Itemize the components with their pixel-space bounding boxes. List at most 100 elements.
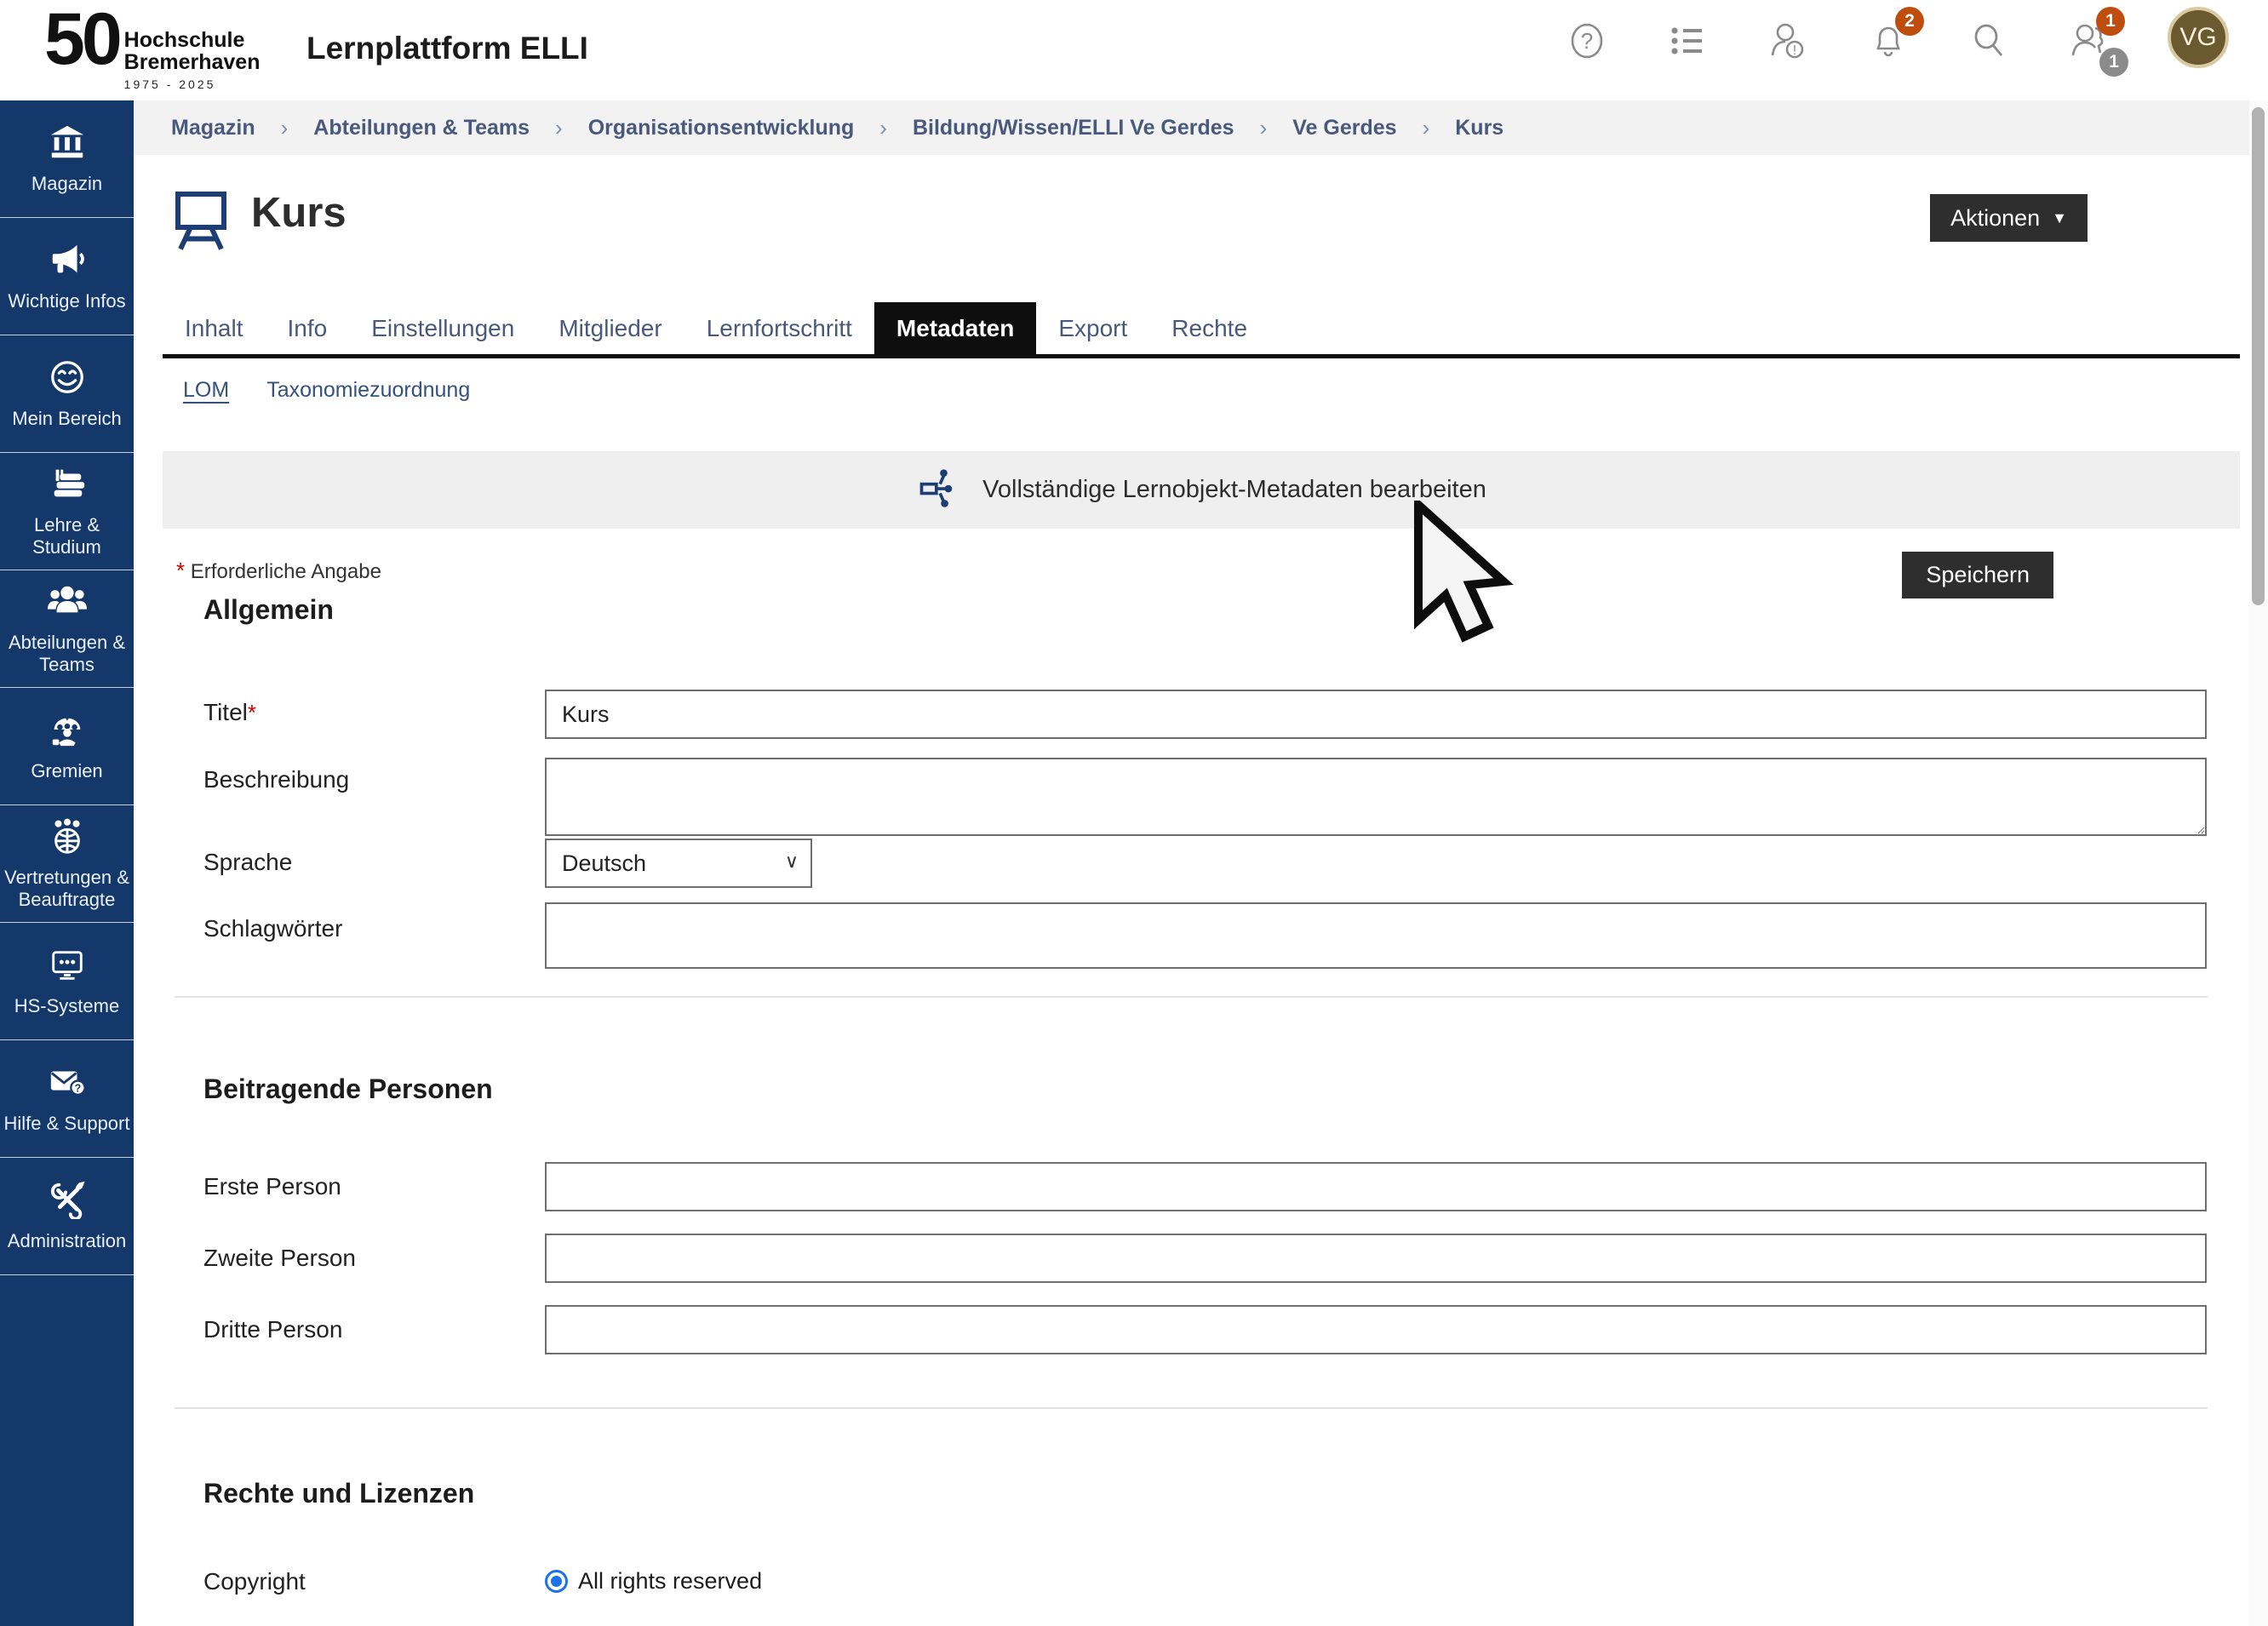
sidebar: Magazin Wichtige Infos Mein Bereich Lehr… [0,100,134,1626]
tab-export[interactable]: Export [1036,302,1149,354]
zweite-person-input[interactable] [545,1234,2207,1283]
help-icon[interactable]: ? [1565,15,1609,66]
sidebar-item-vertretungen-beauftragte[interactable]: Vertretungen & Beauftragte [0,805,134,923]
people-group-icon [48,581,87,625]
tab-mitglieder[interactable]: Mitglieder [536,302,684,354]
subtab-taxonomiezuordnung[interactable]: Taxonomiezuordnung [266,378,470,403]
share-network-icon [916,466,960,514]
erste-person-input[interactable] [545,1162,2207,1211]
contacts-badge-bottom: 1 [2099,48,2128,77]
field-label-sprache: Sprache [203,849,484,876]
bell-badge: 2 [1895,7,1924,36]
breadcrumb-item[interactable]: Organisationsentwicklung [588,116,855,140]
sidebar-item-label: Abteilungen & Teams [0,632,134,676]
sidebar-item-label: Hilfe & Support [2,1113,133,1135]
sidebar-item-label: Magazin [29,173,105,195]
tab-inhalt[interactable]: Inhalt [163,302,266,354]
monitor-icon [48,945,87,988]
field-label-beschreibung: Beschreibung [203,766,484,793]
sidebar-item-hs-systeme[interactable]: HS-Systeme [0,923,134,1040]
section-heading-allgemein: Allgemein [203,594,334,626]
sidebar-item-gremien[interactable]: Gremien [0,688,134,805]
sidebar-item-label: Administration [5,1230,129,1252]
breadcrumb-item[interactable]: Abteilungen & Teams [313,116,530,140]
tab-bar: Inhalt Info Einstellungen Mitglieder Ler… [163,302,2240,358]
list-icon[interactable] [1665,15,1710,66]
svg-text:?: ? [1581,28,1593,54]
sprache-select[interactable]: Deutsch [545,839,812,888]
sidebar-item-abteilungen-teams[interactable]: Abteilungen & Teams [0,570,134,688]
scrollbar-thumb[interactable] [2252,107,2265,605]
sidebar-item-lehre-studium[interactable]: Lehre & Studium [0,453,134,570]
chevron-right-icon: › [1260,115,1268,141]
tab-einstellungen[interactable]: Einstellungen [349,302,536,354]
section-heading-beitragende-personen: Beitragende Personen [203,1074,493,1105]
required-hint: * Erforderliche Angabe [176,558,381,584]
beschreibung-textarea[interactable] [545,758,2207,836]
search-icon[interactable] [1967,15,2011,66]
schlagwoerter-input[interactable] [545,902,2207,969]
section-divider [175,1407,2208,1409]
scrollbar-track[interactable] [2249,100,2268,1626]
logo-name-line2: Bremerhaven [124,51,261,73]
contacts-badge-top: 1 [2096,7,2125,36]
svg-text:?: ? [74,1083,81,1095]
header-icon-bar: ? ! [1565,14,2229,68]
committee-icon [48,710,87,753]
save-button[interactable]: Speichern [1902,552,2053,598]
subtab-bar: LOM Taxonomiezuordnung [183,378,470,403]
tab-lernfortschritt[interactable]: Lernfortschritt [684,302,874,354]
edit-full-metadata-banner[interactable]: Vollständige Lernobjekt-Metadaten bearbe… [163,451,2240,529]
sidebar-item-mein-bereich[interactable]: Mein Bereich [0,335,134,453]
breadcrumb-item[interactable]: Magazin [171,116,255,140]
sidebar-item-administration[interactable]: Administration [0,1158,134,1275]
sidebar-item-label: Gremien [28,760,105,782]
titel-input[interactable] [545,690,2207,739]
breadcrumb: Magazin › Abteilungen & Teams › Organisa… [134,100,2249,155]
page: 50 Hochschule Bremerhaven 1975 - 2025 Le… [0,0,2268,1626]
tab-rechte[interactable]: Rechte [1149,302,1269,354]
section-heading-rechte-lizenzen: Rechte und Lizenzen [203,1478,474,1509]
caret-down-icon: ▼ [2052,209,2067,227]
contacts-icon[interactable]: 1 1 [2067,15,2111,66]
sidebar-item-label: Mein Bereich [9,408,123,430]
avatar[interactable]: VG [2168,7,2229,68]
tab-metadaten[interactable]: Metadaten [874,302,1036,354]
breadcrumb-item[interactable]: Kurs [1455,116,1503,140]
bank-icon [48,123,87,166]
sidebar-item-hilfe-support[interactable]: ? Hilfe & Support [0,1040,134,1158]
logo-number: 50 [44,7,119,72]
field-label-zweite-person: Zweite Person [203,1245,484,1272]
smiley-icon [48,358,87,401]
breadcrumb-item[interactable]: Bildung/Wissen/ELLI Ve Gerdes [913,116,1234,140]
user-alert-icon[interactable]: ! [1766,15,1810,66]
course-easel-icon [173,189,229,255]
actions-button[interactable]: Aktionen ▼ [1930,194,2088,242]
sidebar-item-magazin[interactable]: Magazin [0,100,134,218]
sidebar-item-wichtige-infos[interactable]: Wichtige Infos [0,218,134,335]
copyright-radio-option[interactable]: All rights reserved [545,1568,762,1595]
field-label-schlagwoerter: Schlagwörter [203,915,484,942]
tools-icon [48,1180,87,1223]
chevron-right-icon: › [281,115,289,141]
breadcrumb-item[interactable]: Ve Gerdes [1292,116,1396,140]
radio-selected-icon[interactable] [545,1570,568,1593]
app-title: Lernplattform ELLI [306,31,588,66]
sidebar-item-label: HS-Systeme [12,995,122,1017]
dritte-person-input[interactable] [545,1305,2207,1354]
mail-question-icon: ? [48,1062,87,1106]
chevron-right-icon: › [555,115,563,141]
main-content: Magazin › Abteilungen & Teams › Organisa… [134,100,2249,1626]
logo-years: 1975 - 2025 [124,77,261,91]
page-title: Kurs [251,189,346,237]
megaphone-icon [48,240,87,283]
sidebar-item-label: Vertretungen & Beauftragte [0,867,134,911]
hochschule-bremerhaven-logo[interactable]: 50 Hochschule Bremerhaven 1975 - 2025 [44,7,260,91]
field-label-erste-person: Erste Person [203,1173,484,1200]
chevron-right-icon: › [1423,115,1430,141]
bell-icon[interactable]: 2 [1866,15,1910,66]
radio-label: All rights reserved [578,1568,762,1595]
tab-info[interactable]: Info [266,302,350,354]
section-divider [175,996,2208,998]
subtab-lom[interactable]: LOM [183,378,229,403]
